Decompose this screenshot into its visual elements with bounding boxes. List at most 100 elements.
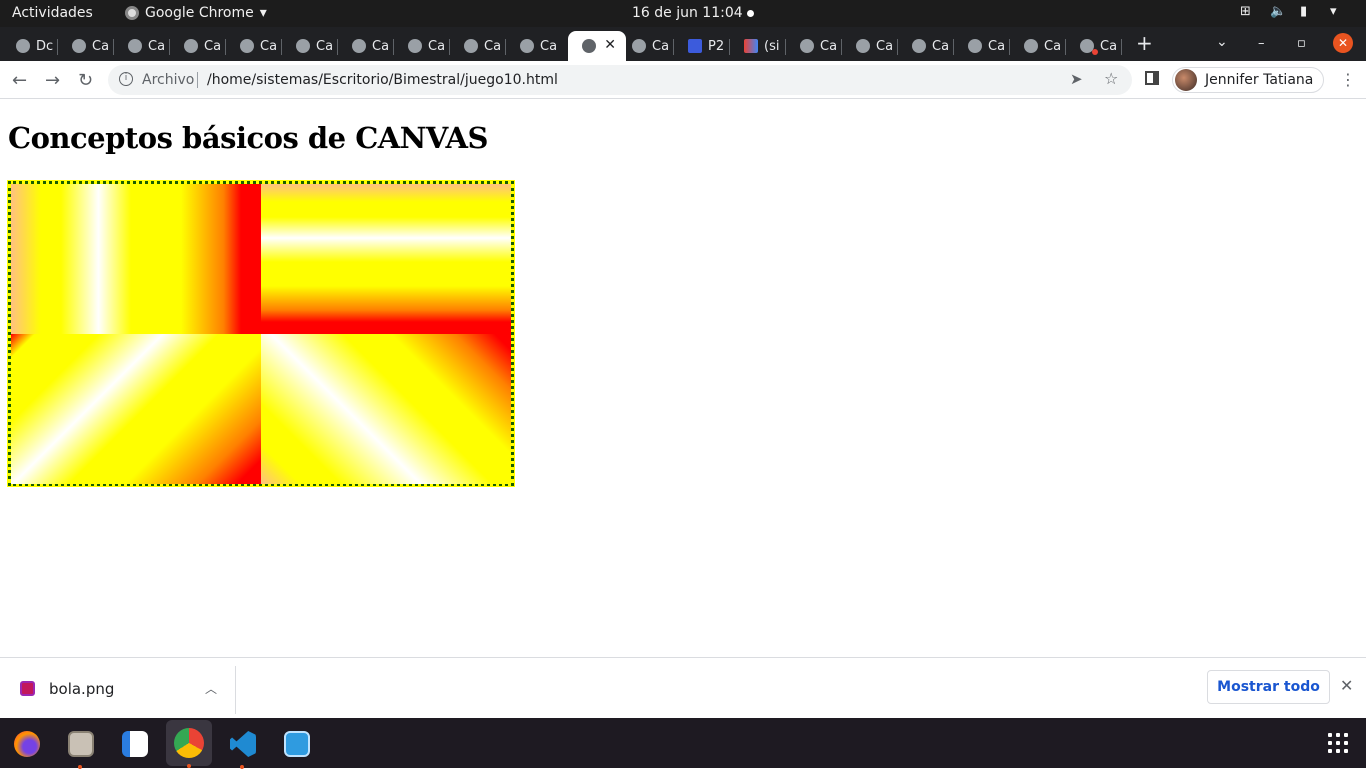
canvas-element[interactable] — [7, 180, 515, 487]
tab[interactable]: Ca — [226, 31, 282, 61]
more-menu-icon[interactable]: ⋮ — [1340, 70, 1356, 89]
bookmark-star-icon[interactable]: ☆ — [1104, 69, 1118, 88]
page-content: Conceptos básicos de CANVAS — [0, 100, 1366, 657]
volume-icon: 🔈 — [1270, 4, 1287, 19]
chrome-icon — [174, 728, 204, 758]
profile-button[interactable]: Jennifer Tatiana — [1172, 67, 1325, 93]
dock-system-monitor[interactable] — [278, 725, 314, 761]
download-file-name: bola.png — [49, 680, 115, 698]
globe-icon — [912, 39, 926, 53]
diagonal-gradient-rect — [11, 334, 261, 484]
recording-dot-icon — [1092, 49, 1098, 55]
globe-icon — [582, 39, 596, 53]
dock-files[interactable] — [62, 725, 98, 769]
network-icon: ⊞ — [1240, 4, 1251, 19]
globe-icon — [16, 39, 30, 53]
reload-icon[interactable]: ↻ — [78, 70, 93, 91]
vscode-icon — [230, 731, 256, 757]
globe-icon — [296, 39, 310, 53]
dock-firefox[interactable] — [8, 725, 44, 761]
tab[interactable]: Ca — [58, 31, 114, 61]
chrome-icon — [125, 6, 139, 20]
globe-icon — [520, 39, 534, 53]
chevron-up-icon[interactable]: ︿ — [205, 680, 217, 697]
side-panel-icon[interactable] — [1145, 71, 1159, 85]
globe-icon — [464, 39, 478, 53]
firefox-icon — [14, 731, 40, 757]
tab[interactable]: Ca — [506, 31, 562, 61]
divider — [197, 72, 198, 88]
tab[interactable]: Dc — [2, 31, 58, 61]
tab[interactable]: Ca — [1066, 31, 1122, 61]
globe-icon — [1024, 39, 1038, 53]
page-title: Conceptos básicos de CANVAS — [8, 121, 489, 155]
tab-search-icon[interactable]: ⌄ — [1216, 34, 1228, 50]
globe-icon — [352, 39, 366, 53]
dock-text-editor[interactable] — [116, 725, 152, 761]
download-item[interactable]: bola.png ︿ — [4, 666, 236, 714]
dock-chrome[interactable] — [166, 720, 212, 768]
new-tab-button[interactable]: + — [1136, 31, 1153, 55]
globe-icon — [856, 39, 870, 53]
browser-toolbar: ← → ↻ i Archivo /home/sistemas/Escritori… — [0, 61, 1366, 99]
scheme-label: Archivo — [142, 72, 195, 88]
tab[interactable]: Ca — [394, 31, 450, 61]
tab[interactable]: (si — [730, 31, 786, 61]
restore-button[interactable]: ▫ — [1297, 36, 1306, 51]
system-tray[interactable]: ⊞ 🔈 ▮ ▾ — [1240, 4, 1346, 20]
dock-vscode[interactable] — [224, 725, 260, 769]
tab[interactable]: Ca — [954, 31, 1010, 61]
diagonal-gradient-rect — [261, 334, 511, 484]
battery-icon: ▮ — [1300, 4, 1308, 19]
running-indicator — [187, 764, 191, 768]
tab[interactable]: Ca — [898, 31, 954, 61]
tab[interactable]: Ca — [786, 31, 842, 61]
system-monitor-icon — [284, 731, 310, 757]
download-bar: bola.png ︿ Mostrar todo ✕ — [0, 657, 1366, 718]
power-menu-icon: ▾ — [1330, 4, 1337, 19]
running-indicator — [78, 765, 82, 769]
globe-icon — [408, 39, 422, 53]
files-icon — [68, 731, 94, 757]
chevron-down-icon: ▾ — [259, 5, 267, 21]
text-editor-icon — [122, 731, 148, 757]
contacts-icon — [688, 39, 702, 53]
tab[interactable]: Ca — [282, 31, 338, 61]
tab-strip: Dc Ca Ca Ca Ca Ca Ca Ca Ca Ca ✕ Ca P2 (s… — [0, 27, 1366, 61]
tab[interactable]: Ca — [170, 31, 226, 61]
send-icon[interactable]: ➤ — [1070, 70, 1083, 88]
activities-button[interactable]: Actividades — [12, 5, 93, 21]
dock — [0, 718, 1366, 769]
tab[interactable]: Ca — [1010, 31, 1066, 61]
notification-dot-icon — [747, 10, 754, 17]
gmail-icon — [744, 39, 758, 53]
globe-icon — [632, 39, 646, 53]
tab[interactable]: Ca — [338, 31, 394, 61]
globe-icon — [800, 39, 814, 53]
forward-arrow-icon[interactable]: → — [45, 70, 60, 91]
tab[interactable]: Ca — [450, 31, 506, 61]
clock[interactable]: 16 de jun 11:04 — [632, 5, 743, 21]
app-name: Google Chrome — [145, 5, 254, 21]
horizontal-gradient-rect — [11, 184, 261, 334]
app-menu[interactable]: Google Chrome ▾ — [125, 5, 267, 21]
show-all-button[interactable]: Mostrar todo — [1207, 670, 1330, 704]
url-text[interactable]: /home/sistemas/Escritorio/Bimestral/jueg… — [207, 72, 558, 88]
close-tab-icon[interactable]: ✕ — [604, 37, 616, 53]
address-bar[interactable]: i Archivo /home/sistemas/Escritorio/Bime… — [108, 65, 1132, 95]
window-close-button[interactable]: ✕ — [1333, 33, 1353, 53]
globe-icon — [240, 39, 254, 53]
globe-icon — [128, 39, 142, 53]
tab[interactable]: P2 — [674, 31, 730, 61]
show-applications-icon[interactable] — [1328, 733, 1348, 753]
tab[interactable]: Ca — [842, 31, 898, 61]
tab[interactable]: Ca — [618, 31, 674, 61]
minimize-button[interactable]: – — [1258, 36, 1265, 51]
close-download-bar-icon[interactable]: ✕ — [1340, 676, 1353, 695]
image-file-icon — [20, 681, 35, 696]
info-icon[interactable]: i — [119, 72, 133, 86]
vertical-gradient-rect — [261, 184, 511, 334]
back-arrow-icon[interactable]: ← — [12, 70, 27, 91]
running-indicator — [240, 765, 244, 769]
tab[interactable]: Ca — [114, 31, 170, 61]
